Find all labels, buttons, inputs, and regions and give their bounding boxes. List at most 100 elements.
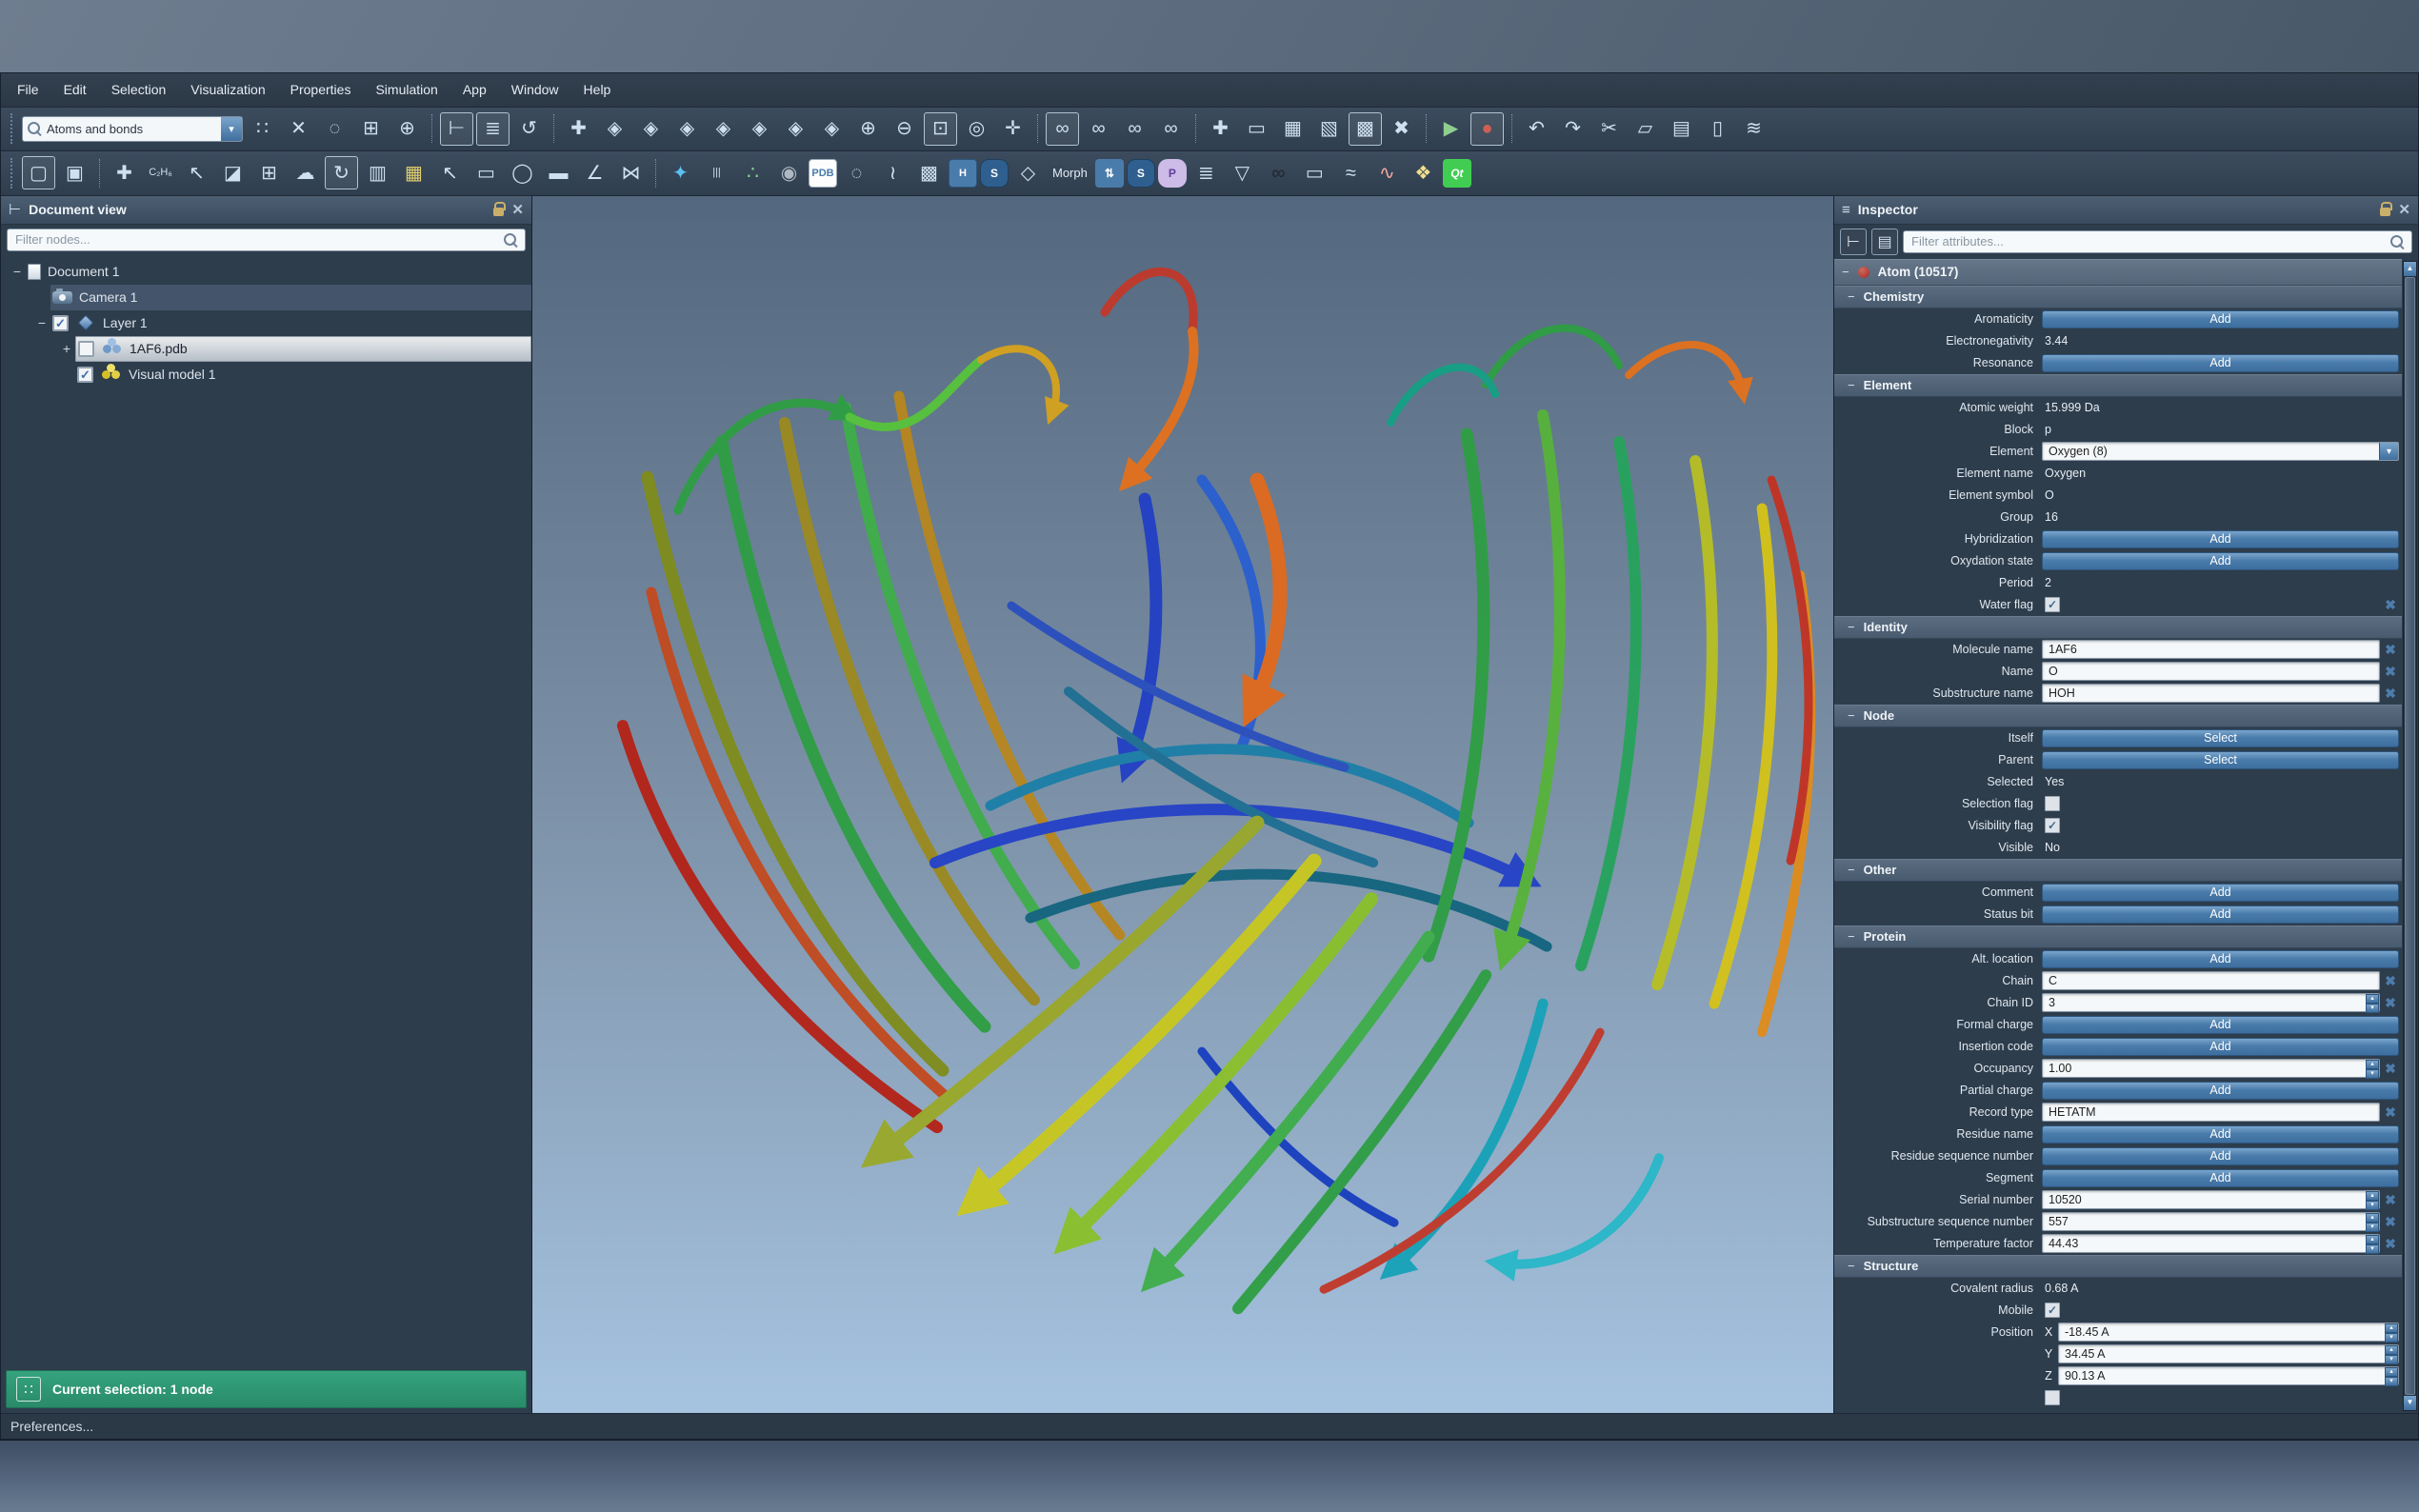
inspect-documents-button[interactable]: ▤: [1871, 229, 1898, 255]
tree-expander[interactable]: −: [9, 264, 26, 279]
spin-up-button[interactable]: ▴: [2366, 1235, 2379, 1244]
samson-updater-app-button[interactable]: S: [1127, 159, 1155, 188]
periodic-table-tool-button[interactable]: ▦: [397, 156, 430, 189]
menu-edit[interactable]: Edit: [51, 73, 99, 107]
lattice-creator-tool-button[interactable]: ⊞: [252, 156, 286, 189]
viewport-3d[interactable]: [532, 196, 1833, 1413]
chain-linker-app-button[interactable]: ∞: [1262, 156, 1295, 189]
inspect-node-tree-button[interactable]: ⊢: [1840, 229, 1867, 255]
insertion-code-add-button[interactable]: Add: [2042, 1038, 2399, 1056]
inspector-scrollbar[interactable]: ▲ ▼: [2403, 261, 2417, 1411]
close-panel-icon[interactable]: ✕: [511, 201, 524, 218]
normal-modes-app-button[interactable]: ❖: [1407, 156, 1440, 189]
parent-select-button[interactable]: Select: [2042, 751, 2399, 769]
element-dropdown[interactable]: Oxygen (8)▾: [2042, 442, 2399, 461]
new-document-button[interactable]: ✚: [1204, 112, 1237, 146]
tree-expander[interactable]: −: [33, 315, 50, 330]
zoom-region-button[interactable]: ⊡: [924, 112, 957, 146]
fit-view-button[interactable]: ✛: [996, 112, 1030, 146]
ruler-tool-button[interactable]: ▬: [542, 156, 575, 189]
spin-down-button[interactable]: ▾: [2366, 1004, 2379, 1013]
select-add-button[interactable]: ⊞: [354, 112, 388, 146]
path-finder-app-button[interactable]: ◇: [1011, 156, 1045, 189]
spin-up-button[interactable]: ▴: [2366, 1213, 2379, 1223]
cut-button[interactable]: ✂: [1592, 112, 1626, 146]
visibility-checkbox[interactable]: ✓: [77, 367, 93, 383]
serial-number-spinner[interactable]: 10520▴▾: [2042, 1190, 2380, 1209]
spin-up-button[interactable]: ▴: [2366, 1191, 2379, 1201]
menu-visualization[interactable]: Visualization: [178, 73, 277, 107]
open-document-button[interactable]: ▭: [1240, 112, 1273, 146]
clear-attribute-button[interactable]: ✖: [2382, 1236, 2399, 1252]
spin-down-button[interactable]: ▾: [2366, 1244, 2379, 1254]
comment-add-button[interactable]: Add: [2042, 884, 2399, 902]
toolbar-handle[interactable]: [10, 113, 15, 144]
wave-function-app-button[interactable]: ≈: [1334, 156, 1368, 189]
angle-measure-tool-button[interactable]: ∠: [578, 156, 611, 189]
menu-selection[interactable]: Selection: [99, 73, 179, 107]
ellipse-selection-tool-button[interactable]: ◯: [506, 156, 539, 189]
aromaticity-add-button[interactable]: Add: [2042, 310, 2399, 328]
delete-button[interactable]: ▯: [1701, 112, 1734, 146]
residue-sequence-number-add-button[interactable]: Add: [2042, 1147, 2399, 1165]
residue-name-add-button[interactable]: Add: [2042, 1125, 2399, 1144]
segment-add-button[interactable]: Add: [2042, 1169, 2399, 1187]
report-app-button[interactable]: ≣: [1190, 156, 1223, 189]
secondary-structure-app-button[interactable]: ✦: [664, 156, 697, 189]
name-field[interactable]: O: [2042, 662, 2380, 681]
selection-flag-checkbox[interactable]: [2045, 796, 2060, 811]
lasso-selection-tool-button[interactable]: ☁: [289, 156, 322, 189]
zoom-in-button[interactable]: ⊕: [851, 112, 885, 146]
ball-stick-app-button[interactable]: ∴: [736, 156, 770, 189]
scroll-thumb[interactable]: [2405, 277, 2415, 1395]
dropdown-arrow-button[interactable]: ▾: [2379, 443, 2398, 460]
view-orientation-5-button[interactable]: ◈: [743, 112, 776, 146]
clear-attribute-button[interactable]: ✖: [2382, 642, 2399, 658]
section-header-identity[interactable]: −Identity: [1834, 616, 2402, 639]
clear-attribute-button[interactable]: ✖: [2382, 664, 2399, 680]
save-button[interactable]: ▦: [1276, 112, 1309, 146]
find-nodes-button[interactable]: ◌: [318, 112, 351, 146]
add-camera-button[interactable]: ✚: [562, 112, 595, 146]
clear-attribute-button[interactable]: ✖: [2382, 995, 2399, 1011]
view-orientation-7-button[interactable]: ◈: [815, 112, 849, 146]
clear-attribute-button[interactable]: ✖: [2382, 597, 2399, 613]
status-bit-add-button[interactable]: Add: [2042, 905, 2399, 924]
tree-item-visual-model-1[interactable]: ✓Visual model 1: [1, 362, 531, 388]
select-nodes-button[interactable]: ∷: [246, 112, 279, 146]
redo-button[interactable]: ↷: [1556, 112, 1589, 146]
toolbar-handle[interactable]: [10, 158, 15, 189]
close-document-button[interactable]: ✖: [1385, 112, 1418, 146]
tree-item-camera-1[interactable]: Camera 1: [1, 285, 531, 310]
stereo-audio-button[interactable]: ∞: [1118, 112, 1151, 146]
h-bond-finder-app-button[interactable]: H: [949, 159, 977, 188]
fullerene-app-button[interactable]: ◉: [772, 156, 806, 189]
dihedral-measure-tool-button[interactable]: ⋈: [614, 156, 648, 189]
spin-down-button[interactable]: ▾: [2385, 1355, 2398, 1364]
spin-up-button[interactable]: ▴: [2385, 1367, 2398, 1377]
chemical-formula-tool-button[interactable]: C₂H₆: [144, 156, 177, 189]
resonance-add-button[interactable]: Add: [2042, 354, 2399, 372]
clear-attribute-button[interactable]: ✖: [2382, 1061, 2399, 1077]
menu-simulation[interactable]: Simulation: [363, 73, 450, 107]
close-panel-icon[interactable]: ✕: [2398, 201, 2410, 218]
tree-item-document-1[interactable]: −Document 1: [1, 259, 531, 285]
scroll-up-button[interactable]: ▲: [2404, 262, 2416, 276]
menu-window[interactable]: Window: [499, 73, 571, 107]
position-spinner[interactable]: -18.45 A▴▾: [2058, 1323, 2399, 1342]
stereo-on-button[interactable]: ∞: [1082, 112, 1115, 146]
visibility-checkbox[interactable]: [78, 341, 94, 357]
pointer-tool-button[interactable]: ↖: [433, 156, 467, 189]
filter-app-button[interactable]: ▽: [1226, 156, 1259, 189]
occupancy-spinner[interactable]: 1.00▴▾: [2042, 1059, 2380, 1078]
clear-attribute-button[interactable]: ✖: [2382, 1104, 2399, 1121]
tree-item-layer-1[interactable]: −✓Layer 1: [1, 310, 531, 336]
save-all-button[interactable]: ▩: [1349, 112, 1382, 146]
water-flag-checkbox[interactable]: ✓: [2045, 597, 2060, 612]
section-header-protein[interactable]: −Protein: [1834, 925, 2402, 948]
select-filter-add-button[interactable]: ⊕: [390, 112, 424, 146]
eraser-tool-button[interactable]: ◪: [216, 156, 250, 189]
itself-select-button[interactable]: Select: [2042, 729, 2399, 747]
clear-attribute-button[interactable]: ✖: [2382, 973, 2399, 989]
spin-up-button[interactable]: ▴: [2366, 1060, 2379, 1069]
